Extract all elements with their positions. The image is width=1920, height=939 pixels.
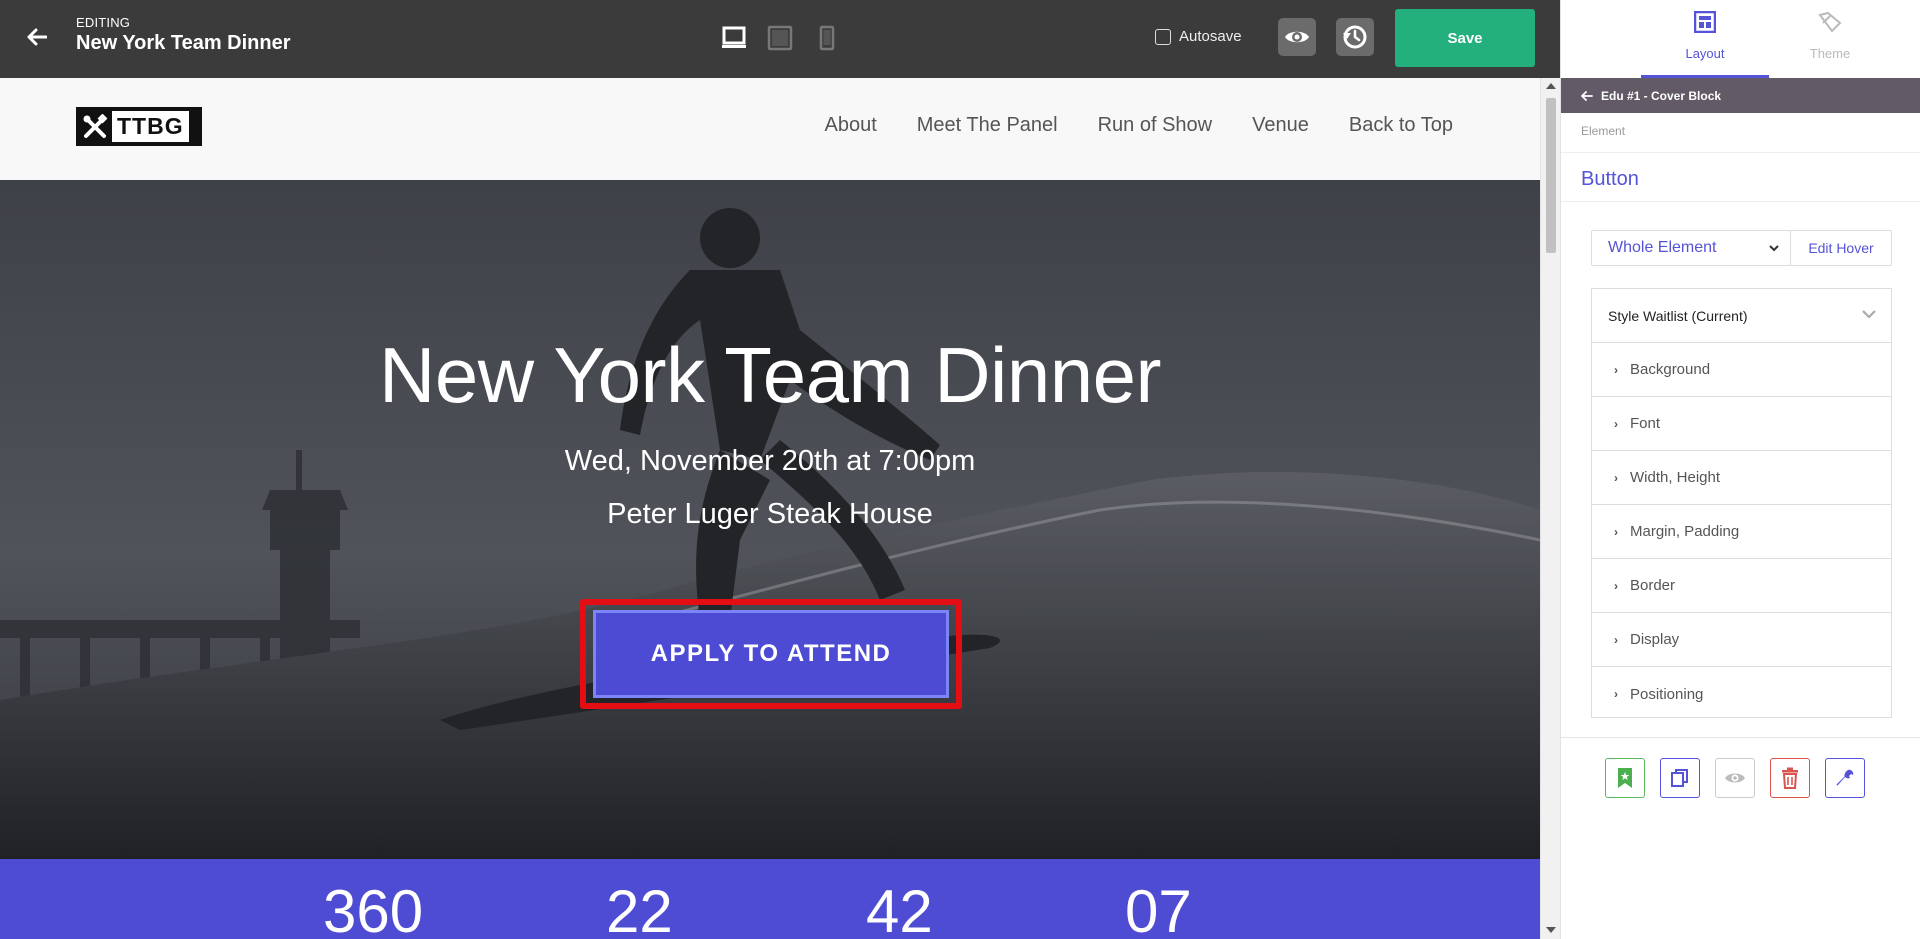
desktop-view-button[interactable]	[719, 24, 749, 52]
desktop-icon	[722, 26, 746, 48]
style-waitlist-header[interactable]: Style Waitlist (Current)	[1592, 289, 1891, 343]
chevron-right-icon: ›	[1614, 632, 1618, 647]
prop-positioning[interactable]: › Positioning	[1592, 667, 1891, 721]
prop-margin-padding[interactable]: › Margin, Padding	[1592, 505, 1891, 559]
logo-text: TTBG	[112, 111, 189, 142]
settings-button[interactable]	[1825, 758, 1865, 798]
element-name: Button	[1581, 168, 1639, 190]
stat-number: 07	[1125, 878, 1192, 939]
prop-label: Display	[1630, 631, 1680, 648]
chevron-right-icon: ›	[1614, 578, 1618, 593]
stat-number: 360	[323, 878, 424, 939]
arrow-left-icon	[27, 28, 47, 46]
panel-divider	[1561, 737, 1920, 738]
style-accordion: Style Waitlist (Current) › Background › …	[1591, 288, 1892, 718]
element-state-select[interactable]: Whole Element	[1591, 230, 1791, 266]
prop-label: Positioning	[1630, 685, 1704, 703]
hero-cover-block[interactable]: New York Team Dinner Wed, November 20th …	[0, 180, 1540, 859]
nav-link-back-to-top[interactable]: Back to Top	[1349, 114, 1453, 137]
autosave-toggle[interactable]: Autosave	[1155, 28, 1242, 45]
chevron-down-icon	[1769, 245, 1779, 252]
nav-link-run-of-show[interactable]: Run of Show	[1098, 114, 1213, 137]
breadcrumb-label: Edu #1 - Cover Block	[1601, 88, 1722, 103]
autosave-label: Autosave	[1179, 28, 1242, 45]
page-canvas: TTBG About Meet The Panel Run of Show Ve…	[0, 78, 1540, 939]
prop-label: Border	[1630, 577, 1676, 594]
theme-icon	[1818, 10, 1842, 34]
hero-title: New York Team Dinner	[379, 331, 1161, 419]
hero-venue: Peter Luger Steak House	[607, 498, 933, 530]
prop-label: Margin, Padding	[1630, 523, 1740, 540]
preview-button[interactable]	[1278, 18, 1316, 56]
editing-label: EDITING	[76, 15, 131, 30]
panel-tabs: Layout Theme	[1561, 0, 1920, 78]
tab-layout[interactable]: Layout	[1641, 0, 1769, 78]
delete-button[interactable]	[1770, 758, 1810, 798]
tools-icon	[83, 113, 108, 138]
eye-icon	[1285, 31, 1309, 43]
element-heading-row: Button	[1561, 152, 1920, 202]
tab-theme-label: Theme	[1809, 46, 1851, 61]
chevron-down-icon	[1862, 310, 1876, 319]
prop-border[interactable]: › Border	[1592, 559, 1891, 613]
site-navbar: TTBG About Meet The Panel Run of Show Ve…	[0, 78, 1540, 180]
prop-label: Background	[1630, 361, 1711, 378]
tablet-icon	[767, 25, 793, 51]
prop-label: Font	[1630, 415, 1661, 432]
element-section-label: Element	[1581, 124, 1626, 138]
arrow-left-icon	[1581, 90, 1593, 101]
save-button[interactable]: Save	[1395, 9, 1535, 67]
site-nav-links: About Meet The Panel Run of Show Venue B…	[825, 114, 1454, 137]
chevron-right-icon: ›	[1614, 470, 1618, 485]
nav-link-venue[interactable]: Venue	[1252, 114, 1309, 137]
stats-countdown-bar: 360 22 42 07	[0, 859, 1540, 939]
mobile-view-button[interactable]	[812, 24, 842, 52]
canvas-scrollbar[interactable]	[1540, 78, 1560, 939]
duplicate-button[interactable]	[1660, 758, 1700, 798]
nav-link-about[interactable]: About	[825, 114, 877, 137]
scroll-down-arrow-icon[interactable]	[1546, 927, 1556, 933]
visibility-icon	[1725, 773, 1745, 783]
settings-wrench-icon	[1836, 769, 1854, 786]
mobile-icon	[819, 25, 835, 51]
scrollbar-thumb[interactable]	[1546, 98, 1556, 253]
breadcrumb-back[interactable]: Edu #1 - Cover Block	[1561, 78, 1920, 113]
layout-icon	[1693, 10, 1717, 34]
stat-number: 22	[606, 878, 673, 939]
duplicate-icon	[1671, 769, 1688, 787]
stat-number: 42	[866, 878, 933, 939]
tablet-view-button[interactable]	[765, 24, 795, 52]
toggle-visibility-button[interactable]	[1715, 758, 1755, 798]
state-select-value: Whole Element	[1608, 239, 1717, 256]
history-icon	[1343, 25, 1367, 49]
site-logo[interactable]: TTBG	[76, 107, 202, 146]
back-button[interactable]	[22, 22, 52, 52]
editor-topbar: EDITING New York Team Dinner Autosave Sa…	[0, 0, 1560, 78]
prop-width-height[interactable]: › Width, Height	[1592, 451, 1891, 505]
tab-layout-label: Layout	[1685, 46, 1725, 61]
prop-background[interactable]: › Background	[1592, 343, 1891, 397]
history-button[interactable]	[1336, 18, 1374, 56]
apply-to-attend-button[interactable]: APPLY TO ATTEND	[593, 610, 949, 698]
autosave-checkbox[interactable]	[1155, 28, 1171, 45]
properties-panel: Layout Theme Edu #1 - Cover Block Elemen…	[1560, 0, 1920, 939]
delete-icon	[1782, 767, 1798, 789]
prop-font[interactable]: › Font	[1592, 397, 1891, 451]
hero-date: Wed, November 20th at 7:00pm	[564, 445, 976, 477]
chevron-right-icon: ›	[1614, 687, 1618, 701]
nav-link-meet-the-panel[interactable]: Meet The Panel	[917, 114, 1058, 137]
prop-display[interactable]: › Display	[1592, 613, 1891, 667]
edit-hover-button[interactable]: Edit Hover	[1790, 230, 1892, 266]
chevron-right-icon: ›	[1614, 416, 1618, 431]
scroll-up-arrow-icon[interactable]	[1546, 83, 1556, 89]
tab-theme[interactable]: Theme	[1766, 0, 1894, 78]
document-title: New York Team Dinner	[76, 32, 291, 54]
chevron-right-icon: ›	[1614, 362, 1618, 377]
prop-label: Width, Height	[1630, 469, 1721, 486]
chevron-right-icon: ›	[1614, 524, 1618, 539]
bookmark-icon	[1618, 768, 1632, 788]
style-title: Style Waitlist (Current)	[1608, 308, 1748, 324]
bookmark-button[interactable]	[1605, 758, 1645, 798]
